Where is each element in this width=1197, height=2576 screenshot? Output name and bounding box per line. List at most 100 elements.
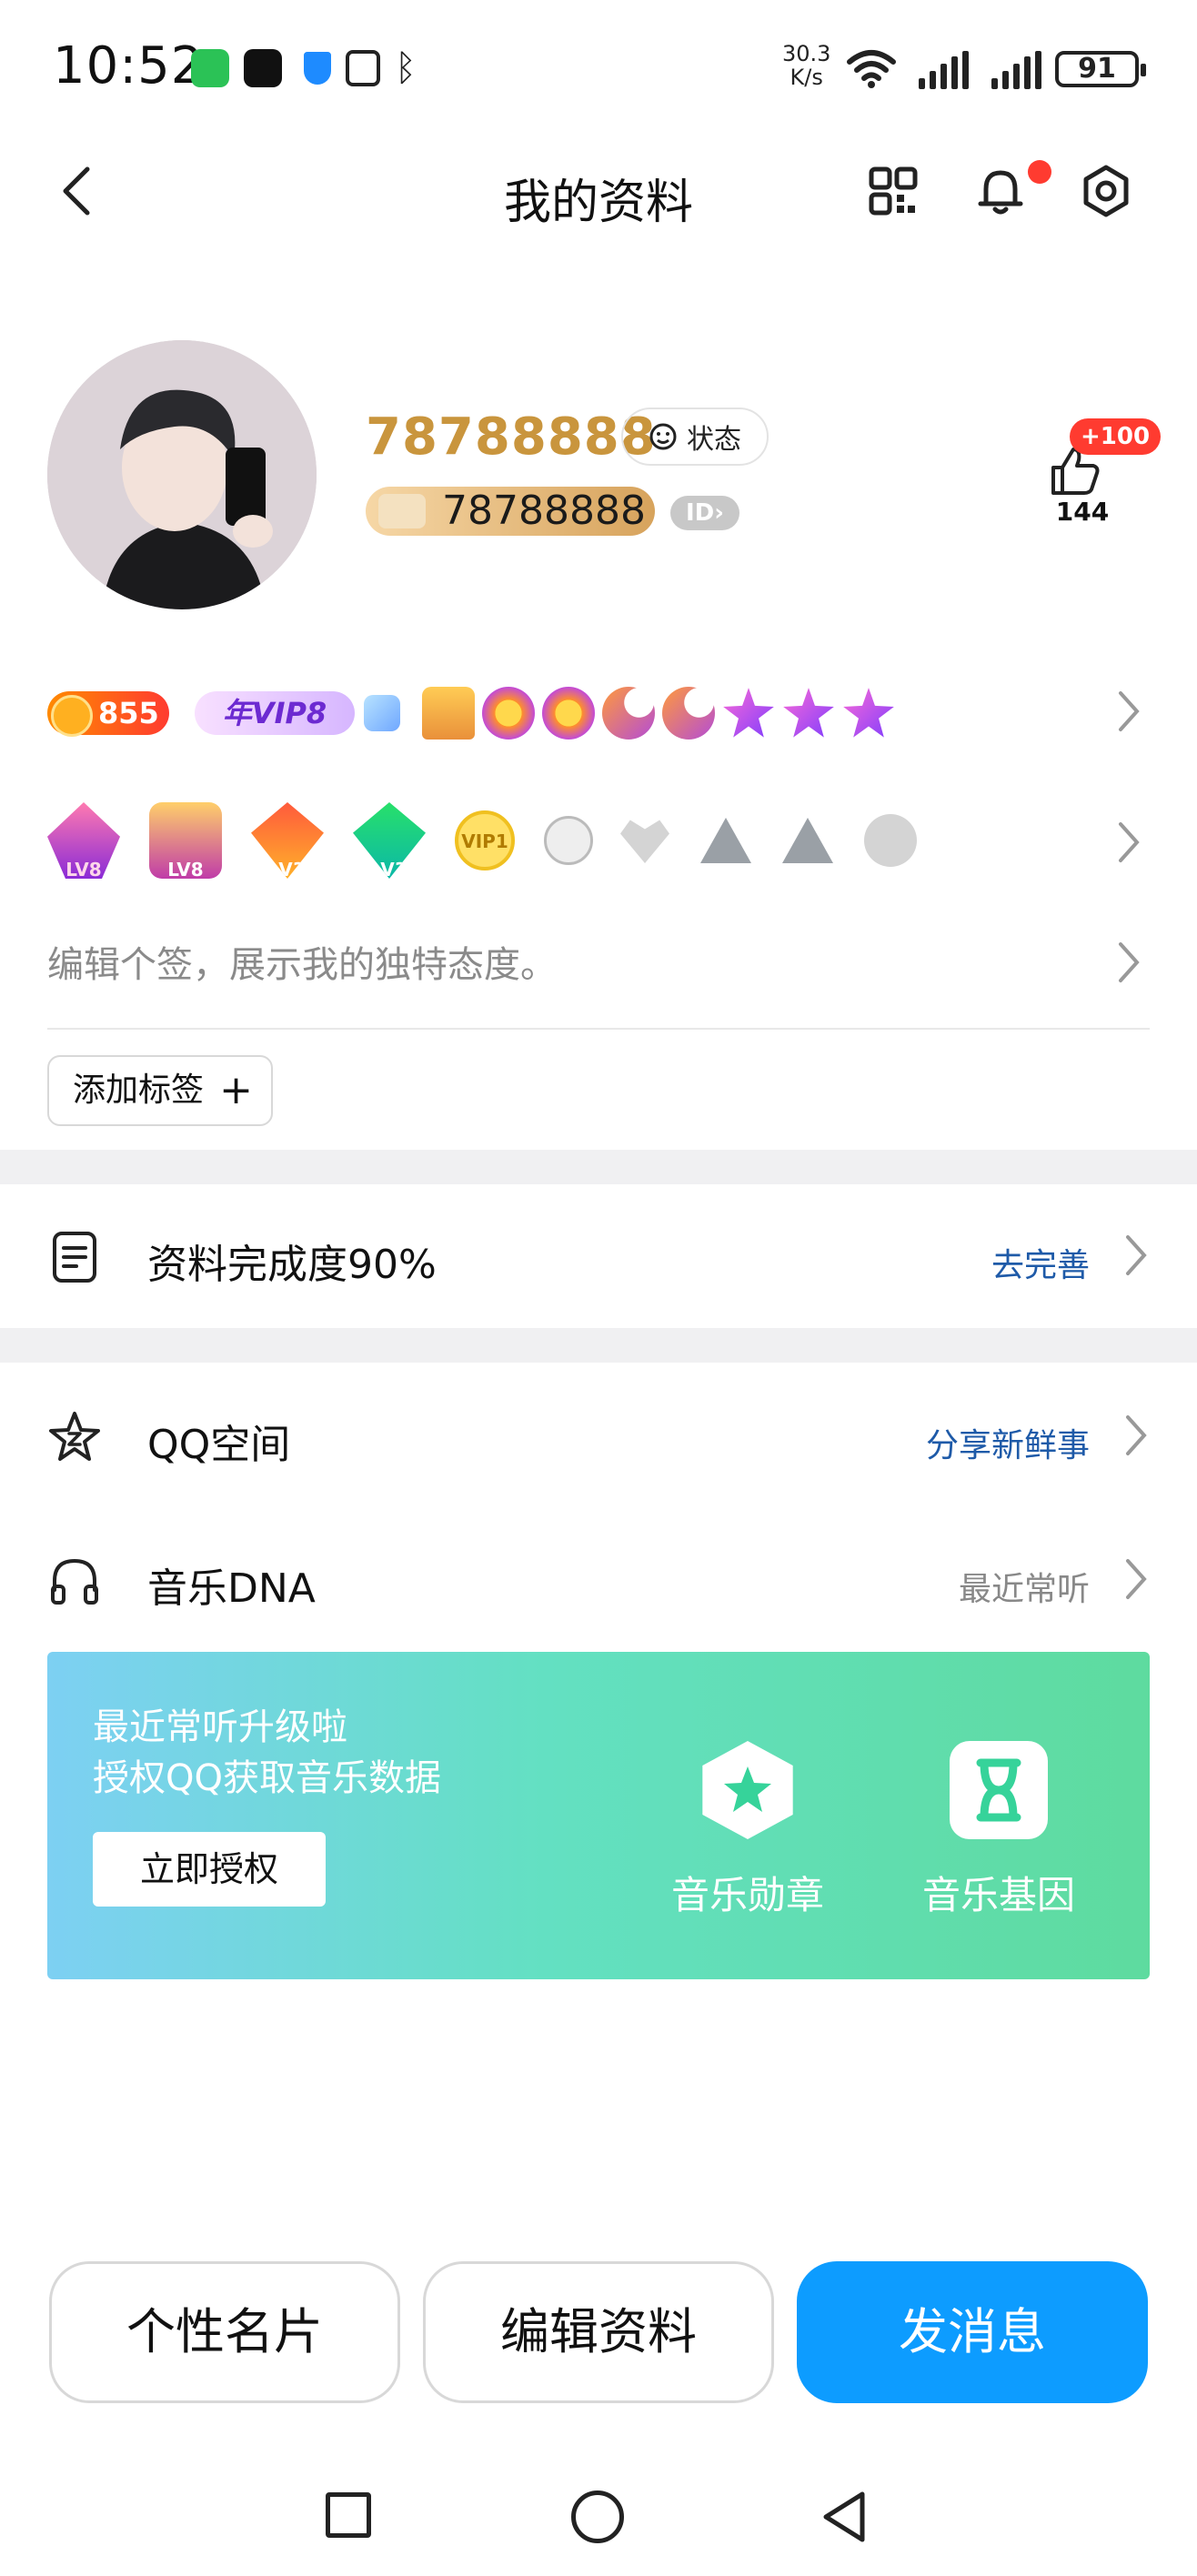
banner-subtitle: 授权QQ获取音乐数据 <box>93 1757 441 1799</box>
share-news-link[interactable]: 分享新鲜事 <box>926 1419 1090 1466</box>
game-badge-5: VIP1 <box>455 810 515 870</box>
music-medal-feature[interactable]: 音乐勋章 <box>648 1741 848 1920</box>
banner-title: 最近常听升级啦 <box>93 1706 347 1748</box>
star-icon <box>843 688 894 738</box>
play-icon <box>864 814 917 867</box>
nav-back-icon[interactable] <box>819 2489 870 2545</box>
moon-icon <box>662 687 715 740</box>
complete-profile-link[interactable]: 去完善 <box>991 1239 1090 1286</box>
avatar[interactable] <box>47 340 317 609</box>
signal-icon-2 <box>991 51 1041 89</box>
net-speed: 30.3 K/s <box>782 42 830 89</box>
crown-icon <box>422 687 475 740</box>
medal-icon <box>702 1741 793 1839</box>
chevron-right-icon[interactable] <box>1115 819 1142 866</box>
likes-count: 144 <box>1055 497 1110 527</box>
game-badge-3-label: LV3 <box>269 859 306 880</box>
id-badge-label: ID <box>686 499 715 527</box>
chevron-right-icon <box>1126 1235 1147 1275</box>
music-gene-label: 音乐基因 <box>921 1873 1075 1917</box>
status-app-icons: ᛒ <box>191 49 417 87</box>
divider <box>47 1028 1150 1030</box>
game-badge-5-label: VIP1 <box>461 830 508 852</box>
mountain-icon <box>782 818 833 863</box>
vip-badges-row[interactable]: 855 年VIP8 <box>47 684 1150 742</box>
status-time: 10:52 <box>53 36 205 96</box>
gear-icon[interactable] <box>1079 164 1133 218</box>
signature-placeholder[interactable]: 编辑个签，展示我的独特态度。 <box>47 935 557 988</box>
chevron-right-icon <box>1126 1415 1147 1455</box>
star-icon <box>783 688 834 738</box>
add-tag-button[interactable]: 添加标签 + <box>47 1055 273 1126</box>
profile-card-button[interactable]: 个性名片 <box>49 2261 400 2403</box>
plus-icon: + <box>219 1067 253 1113</box>
profile-completion-row[interactable]: 资料完成度90% 去完善 <box>0 1192 1197 1319</box>
edit-profile-button[interactable]: 编辑资料 <box>423 2261 774 2403</box>
bomb-icon <box>544 816 593 865</box>
recents-icon[interactable] <box>326 2492 371 2538</box>
app-header: 我的资料 <box>0 146 1197 240</box>
battery-indicator: 91 <box>1055 51 1146 87</box>
qzone-row[interactable]: QQ空间 分享新鲜事 <box>0 1372 1197 1499</box>
heart-icon <box>620 820 669 863</box>
add-tag-label: 添加标签 <box>73 1072 205 1109</box>
home-icon[interactable] <box>571 2490 624 2543</box>
game-badge-1-label: LV8 <box>65 859 102 880</box>
smile-icon <box>649 423 677 450</box>
music-medal-label: 音乐勋章 <box>670 1873 824 1917</box>
game-badge-3: LV3 <box>251 802 324 879</box>
signal-icon <box>919 51 969 89</box>
game-badge-1: LV8 <box>47 802 120 879</box>
mountain-icon <box>700 818 751 863</box>
sun-icon <box>542 687 595 740</box>
moon-icon <box>602 687 655 740</box>
chevron-right-icon <box>1126 1559 1147 1599</box>
wifi-icon <box>847 50 896 88</box>
dna-icon <box>950 1741 1048 1839</box>
music-auth-banner: 最近常听升级啦 授权QQ获取音乐数据 立即授权 音乐勋章 音乐基因 <box>47 1652 1150 1979</box>
shield-icon <box>304 52 331 85</box>
music-dna-row[interactable]: 音乐DNA 最近常听 <box>0 1515 1197 1643</box>
status-label: 状态 <box>687 424 741 456</box>
wechat-icon <box>191 49 229 87</box>
coin-badge: 855 <box>47 691 169 737</box>
net-speed-unit: K/s <box>790 65 823 90</box>
notification-dot <box>1028 160 1051 184</box>
id-badge-button[interactable]: ID› <box>670 496 739 530</box>
game-badge-4-label: LV3 <box>371 859 407 880</box>
id-card-icon <box>378 494 426 528</box>
game-badge-2: LV8 <box>149 802 222 880</box>
likes-plus-badge: +100 <box>1070 418 1162 455</box>
diamond-icon <box>364 695 400 731</box>
authorize-button[interactable]: 立即授权 <box>93 1832 326 1907</box>
bell-icon[interactable] <box>973 164 1028 218</box>
music-dna-label: 音乐DNA <box>147 1565 316 1612</box>
tiktok-icon <box>244 49 282 87</box>
qq-id-chip[interactable]: 78788888 <box>366 487 655 536</box>
bluetooth-icon: ᛒ <box>395 47 417 89</box>
system-nav-bar <box>0 2456 1197 2576</box>
game-badges-row[interactable]: LV8 LV8 LV3 LV3 VIP1 <box>47 797 1150 884</box>
vip-badge: 年VIP8 <box>195 691 355 735</box>
document-icon <box>53 1232 96 1283</box>
game-badge-4: LV3 <box>353 802 426 879</box>
section-gap <box>0 1150 1197 1184</box>
qr-code-icon[interactable] <box>866 164 920 218</box>
nfc-icon <box>346 50 380 86</box>
profile-completion-label: 资料完成度90% <box>147 1242 437 1288</box>
chevron-right-icon[interactable] <box>1115 688 1142 735</box>
headphones-icon <box>51 1558 98 1605</box>
net-speed-value: 30.3 <box>782 41 831 66</box>
section-gap <box>0 1328 1197 1363</box>
game-badge-2-label: LV8 <box>167 859 204 880</box>
star-outline-icon <box>49 1412 100 1461</box>
star-icon <box>723 688 774 738</box>
status-button[interactable]: 状态 <box>621 408 769 466</box>
send-message-button[interactable]: 发消息 <box>797 2261 1148 2403</box>
chevron-right-icon[interactable] <box>1115 939 1142 986</box>
sun-icon <box>482 687 535 740</box>
status-bar: 10:52 ᛒ 30.3 K/s 91 <box>0 0 1197 136</box>
recent-listening-link[interactable]: 最近常听 <box>959 1563 1090 1610</box>
music-gene-feature[interactable]: 音乐基因 <box>899 1741 1099 1920</box>
nickname: 78788888 <box>366 408 657 467</box>
